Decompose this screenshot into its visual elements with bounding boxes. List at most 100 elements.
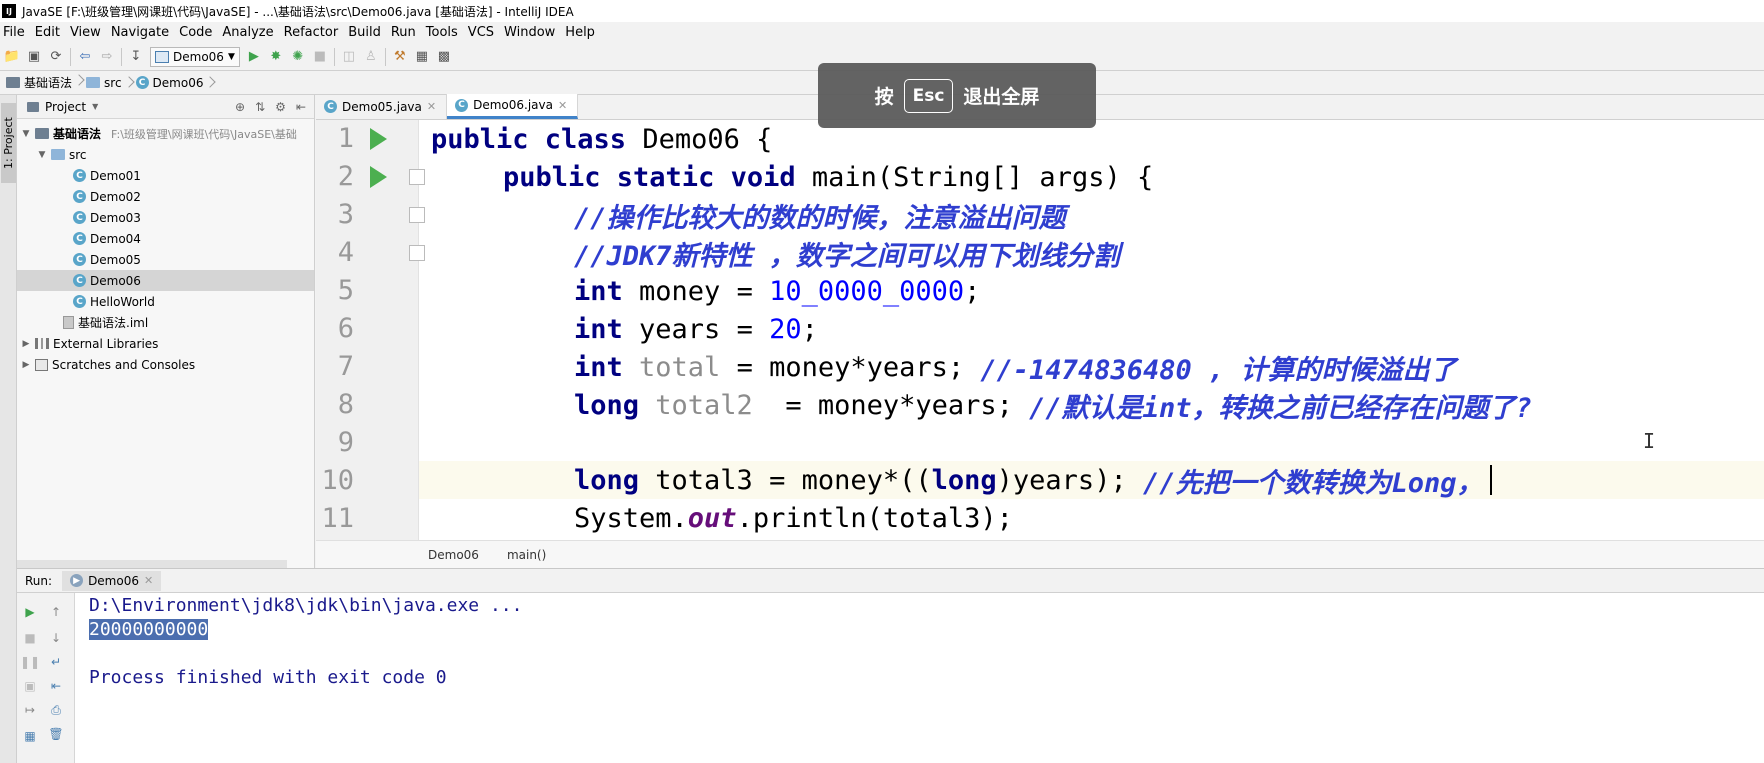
run-class-gutter-icon[interactable] — [370, 128, 387, 150]
code-text: main(String[] args) { — [811, 161, 1154, 193]
horizontal-scrollbar[interactable] — [17, 560, 287, 568]
close-icon[interactable]: ✕ — [558, 99, 567, 112]
esc-key[interactable]: Esc — [903, 78, 954, 113]
rerun-icon[interactable]: ▶ — [23, 605, 37, 619]
code-text: ; — [964, 275, 981, 307]
code-area[interactable]: 1 2 3 4 5 6 7 8 9 10 11 public class Dem… — [316, 120, 1764, 540]
close-icon[interactable]: ✕ — [427, 100, 436, 113]
breadcrumb-module[interactable]: 基础语法 — [6, 74, 86, 91]
menu-file[interactable]: File — [3, 25, 31, 40]
breadcrumb-module-label: 基础语法 — [24, 76, 73, 90]
run-icon[interactable]: ▶ — [246, 49, 262, 65]
menu-build[interactable]: Build — [348, 25, 387, 40]
tree-row-iml[interactable]: 基础语法.iml — [17, 312, 314, 333]
module-folder-icon — [35, 128, 49, 139]
locate-target-icon[interactable]: ⊕ — [235, 100, 245, 114]
project-panel-title[interactable]: Project — [45, 100, 86, 114]
menu-refactor[interactable]: Refactor — [284, 25, 345, 40]
code-text: = money*years; — [752, 389, 1030, 421]
chevron-down-icon[interactable]: ▼ — [92, 102, 98, 111]
tree-row-class[interactable]: C Demo05 — [17, 249, 314, 270]
editor-crumb-method[interactable]: main() — [507, 548, 546, 562]
tree-row-class[interactable]: C HelloWorld — [17, 291, 314, 312]
debug-bug-icon[interactable]: ✸ — [268, 49, 284, 65]
layout-icon[interactable]: ▦ — [23, 729, 37, 743]
keyword: int — [574, 275, 640, 307]
tree-row-class[interactable]: C Demo04 — [17, 228, 314, 249]
fold-marker-icon[interactable] — [409, 169, 425, 185]
menu-window[interactable]: Window — [504, 25, 561, 40]
editor-crumb-class[interactable]: Demo06 — [428, 548, 479, 562]
project-structure-icon[interactable]: ▦ — [414, 49, 430, 65]
menu-run[interactable]: Run — [391, 25, 422, 40]
print-icon[interactable]: ⎙ — [49, 703, 63, 717]
tree-row-class[interactable]: C Demo01 — [17, 165, 314, 186]
fold-marker-icon[interactable] — [409, 245, 425, 261]
menu-vcs[interactable]: VCS — [468, 25, 500, 40]
chevron-right-icon[interactable]: ▶ — [21, 360, 31, 370]
scroll-end-icon[interactable]: ⇤ — [49, 679, 63, 693]
gear-icon[interactable]: ⚙ — [275, 100, 286, 114]
run-main-gutter-icon[interactable] — [370, 166, 387, 188]
camera-icon[interactable]: ▣ — [23, 679, 37, 693]
menu-help[interactable]: Help — [565, 25, 601, 40]
code-text: years = — [639, 313, 770, 345]
run-config-select[interactable]: Demo06 ▼ — [150, 46, 240, 67]
menu-navigate[interactable]: Navigate — [111, 25, 175, 40]
java-class-icon: C — [73, 232, 86, 245]
person-icon[interactable]: ♙ — [363, 49, 379, 65]
hide-panel-icon[interactable]: ⇤ — [296, 100, 306, 114]
menu-tools[interactable]: Tools — [426, 25, 464, 40]
open-folder-icon[interactable]: 📁 — [4, 49, 20, 65]
chevron-right-icon[interactable]: ▶ — [21, 339, 31, 349]
up-arrow-icon[interactable]: ↑ — [49, 605, 63, 619]
unused-variable: total2 — [655, 389, 753, 421]
menu-analyze[interactable]: Analyze — [222, 25, 279, 40]
stop-icon[interactable]: ■ — [312, 49, 328, 65]
attach-icon[interactable]: ◫ — [341, 49, 357, 65]
collapse-all-icon[interactable]: ⇅ — [255, 100, 265, 114]
trash-icon[interactable]: 🗑 — [48, 727, 63, 741]
menu-code[interactable]: Code — [179, 25, 218, 40]
wrench-icon[interactable]: ⚒ — [392, 49, 408, 65]
build-hammer-icon[interactable]: ↧ — [128, 49, 144, 65]
tree-row-class-selected[interactable]: C Demo06 — [17, 270, 314, 291]
tab-demo06[interactable]: C Demo06.java ✕ — [447, 94, 579, 119]
code-text: total3 = money*(( — [655, 464, 932, 496]
pause-icon[interactable]: ❚❚ — [20, 655, 40, 669]
breadcrumb-src[interactable]: src — [86, 76, 136, 90]
code-line-6: int years = 20; — [574, 310, 818, 348]
toolbar-separator — [384, 47, 386, 66]
tab-demo05[interactable]: C Demo05.java ✕ — [316, 94, 448, 119]
tree-row-external-libraries[interactable]: ▶ External Libraries — [17, 333, 314, 354]
project-tool-tab[interactable]: 1: Project — [1, 103, 16, 183]
login-icon[interactable]: ↦ — [23, 703, 37, 717]
down-arrow-icon[interactable]: ↓ — [49, 631, 63, 645]
comment: //默认是int，转换之前已经存在问题了? — [1029, 392, 1532, 424]
back-arrow-icon[interactable]: ⇦ — [77, 49, 93, 65]
stop-icon[interactable]: ■ — [23, 631, 37, 645]
console-output[interactable]: D:\Environment\jdk8\jdk\bin\java.exe ...… — [89, 593, 1689, 763]
tree-row-src[interactable]: ▼ src — [17, 144, 314, 165]
chevron-down-icon[interactable]: ▼ — [37, 150, 47, 160]
forward-arrow-icon[interactable]: ⇨ — [99, 49, 115, 65]
java-class-icon: C — [73, 190, 86, 203]
coverage-icon[interactable]: ✺ — [290, 49, 306, 65]
fold-marker-icon[interactable] — [409, 207, 425, 223]
chevron-down-icon[interactable]: ▼ — [21, 129, 31, 139]
run-tab-demo06[interactable]: ▶ Demo06 ✕ — [62, 570, 162, 591]
comment: //-1474836480 , 计算的时候溢出了 — [980, 354, 1457, 386]
tree-row-class[interactable]: C Demo03 — [17, 207, 314, 228]
menu-edit[interactable]: Edit — [35, 25, 66, 40]
menu-view[interactable]: View — [70, 25, 107, 40]
sdk-icon[interactable]: ▩ — [436, 49, 452, 65]
breadcrumb-class[interactable]: C Demo06 — [135, 76, 218, 90]
tree-row-scratches[interactable]: ▶ Scratches and Consoles — [17, 354, 314, 375]
soft-wrap-icon[interactable]: ↵ — [49, 655, 63, 669]
tree-row-module[interactable]: ▼ 基础语法 F:\班级管理\网课班\代码\JavaSE\基础 — [17, 123, 314, 144]
breadcrumb-src-label: src — [104, 75, 122, 90]
sync-icon[interactable]: ⟳ — [48, 49, 64, 65]
save-icon[interactable]: ▣ — [26, 49, 42, 65]
close-icon[interactable]: ✕ — [144, 574, 153, 587]
tree-row-class[interactable]: C Demo02 — [17, 186, 314, 207]
